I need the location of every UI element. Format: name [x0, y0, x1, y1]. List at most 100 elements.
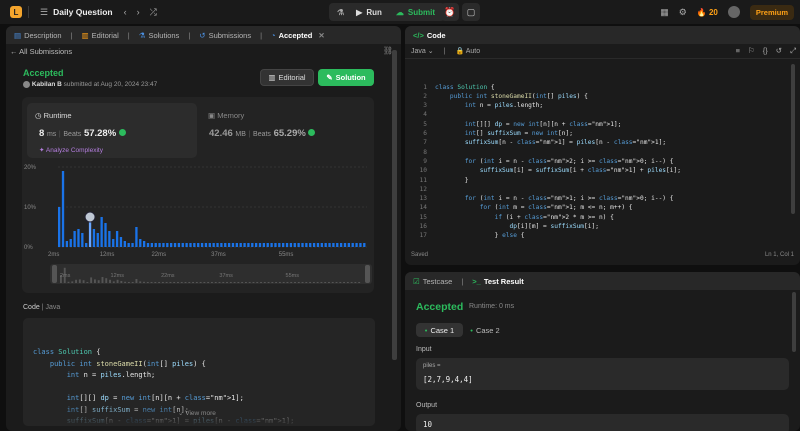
chart-bar[interactable]: [359, 243, 362, 247]
chart-bar[interactable]: [127, 243, 130, 247]
chart-bar[interactable]: [297, 243, 300, 247]
auto-mode[interactable]: 🔒 Auto: [455, 47, 480, 55]
chart-bar[interactable]: [58, 207, 61, 247]
chart-bar[interactable]: [85, 243, 88, 247]
chart-bar[interactable]: [88, 219, 92, 247]
chart-bar[interactable]: [293, 243, 296, 247]
chart-bar[interactable]: [146, 243, 150, 247]
case-1-tab[interactable]: • Case 1: [416, 323, 463, 337]
chart-bar[interactable]: [251, 243, 254, 247]
format-icon[interactable]: ≡: [736, 46, 740, 56]
brush-handle-right[interactable]: [365, 265, 370, 283]
runtime-distribution-chart[interactable]: 20% 10% 0% 2ms 12ms 22ms 37ms 55ms 2ms 12ms 22ms 37…: [22, 159, 374, 293]
leetcode-logo-icon[interactable]: L: [10, 6, 22, 18]
chart-bar[interactable]: [266, 243, 269, 247]
premium-button[interactable]: Premium: [749, 4, 794, 20]
chart-bar[interactable]: [77, 229, 80, 247]
layout-icon[interactable]: ▦: [660, 7, 669, 18]
close-tab-icon[interactable]: ✕: [318, 31, 324, 40]
chart-bar[interactable]: [115, 231, 119, 247]
chart-bar[interactable]: [104, 223, 107, 247]
next-problem-icon[interactable]: ›: [137, 7, 140, 17]
chart-bar[interactable]: [65, 241, 69, 247]
chart-bar[interactable]: [92, 229, 96, 247]
chart-bar[interactable]: [61, 171, 65, 247]
submit-button[interactable]: ☁ Submit: [389, 5, 442, 19]
chart-bar[interactable]: [108, 231, 111, 247]
chart-bar[interactable]: [119, 237, 123, 247]
chart-bar[interactable]: [162, 243, 165, 247]
chart-bar[interactable]: [351, 243, 354, 247]
chart-bar[interactable]: [154, 243, 157, 247]
chart-bar[interactable]: [328, 243, 331, 247]
chart-bar[interactable]: [224, 243, 227, 247]
chart-bar[interactable]: [227, 243, 231, 247]
analyze-complexity-link[interactable]: ✦ Analyze Complexity: [39, 146, 103, 154]
chart-bar[interactable]: [363, 243, 366, 247]
chart-bar[interactable]: [262, 243, 266, 247]
tab-editorial[interactable]: ▥ Editorial: [79, 31, 122, 40]
view-more-button[interactable]: ⌄ View more: [178, 409, 216, 417]
chart-bar[interactable]: [131, 243, 134, 247]
editorial-button[interactable]: ▥ Editorial: [260, 69, 314, 86]
settings-gear-icon[interactable]: ⚙: [679, 7, 687, 18]
chart-bar[interactable]: [312, 243, 316, 247]
chart-bar[interactable]: [177, 243, 181, 247]
memory-stats[interactable]: 42.46 MB | Beats 65.29%: [209, 128, 316, 139]
chart-bar[interactable]: [305, 243, 308, 247]
chart-bar[interactable]: [158, 243, 161, 247]
chart-bar[interactable]: [320, 243, 323, 247]
chart-bar[interactable]: [247, 243, 250, 247]
chart-bar[interactable]: [254, 243, 258, 247]
chart-bar[interactable]: [123, 241, 126, 247]
chart-bar[interactable]: [150, 243, 154, 247]
chart-bar[interactable]: [347, 243, 351, 247]
result-scrollbar[interactable]: [792, 292, 796, 352]
left-scrollbar[interactable]: [392, 50, 397, 360]
chart-bar[interactable]: [231, 243, 235, 247]
chart-bar[interactable]: [166, 243, 169, 247]
memory-header[interactable]: ▣ Memory: [208, 111, 244, 120]
tab-code[interactable]: </> Code: [410, 31, 449, 40]
chart-bar[interactable]: [100, 217, 103, 247]
problem-list-title[interactable]: Daily Question: [53, 7, 113, 17]
solution-button[interactable]: ✎ Solution: [318, 69, 374, 86]
chart-bar[interactable]: [185, 243, 188, 247]
runtime-box[interactable]: ◷ Runtime 8 ms | Beats 57.28% ✦ Analyze …: [27, 103, 197, 158]
debug-icon[interactable]: ⚗: [332, 5, 349, 19]
editor-scrollbar[interactable]: [791, 64, 795, 214]
chart-bar[interactable]: [96, 233, 99, 247]
chart-bar[interactable]: [258, 243, 262, 247]
chart-bar[interactable]: [220, 243, 223, 247]
chart-bar[interactable]: [324, 243, 327, 247]
chart-bar[interactable]: [301, 243, 304, 247]
run-button[interactable]: ▶ Run: [349, 5, 389, 19]
shuffle-icon[interactable]: ⤮: [150, 7, 157, 18]
chart-bar[interactable]: [270, 243, 273, 247]
bookmark-icon[interactable]: ⚐: [748, 46, 755, 56]
chart-bar[interactable]: [339, 243, 343, 247]
case-2-tab[interactable]: • Case 2: [467, 323, 503, 337]
back-to-submissions[interactable]: ← All Submissions: [10, 47, 72, 56]
chart-bar[interactable]: [289, 243, 293, 247]
chart-bar[interactable]: [193, 243, 196, 247]
streak-counter[interactable]: 🔥 20: [697, 8, 718, 17]
tab-description[interactable]: ▤ Description: [11, 31, 65, 40]
chart-bar[interactable]: [81, 233, 84, 247]
tab-accepted[interactable]: ◔ Accepted ✕: [268, 31, 328, 40]
chart-bar[interactable]: [332, 243, 335, 247]
chart-bar[interactable]: [135, 227, 138, 247]
brush-handle-left[interactable]: [52, 265, 57, 283]
chart-bar[interactable]: [181, 243, 184, 247]
chart-bar[interactable]: [189, 243, 192, 247]
chart-bar[interactable]: [316, 243, 320, 247]
problem-list-icon[interactable]: ☰: [40, 7, 48, 18]
chart-bar[interactable]: [285, 243, 289, 247]
chart-bar[interactable]: [142, 241, 146, 247]
chart-bar[interactable]: [243, 243, 246, 247]
chart-bar[interactable]: [309, 243, 312, 247]
chart-bar[interactable]: [112, 239, 115, 247]
chart-bar[interactable]: [73, 231, 76, 247]
language-select[interactable]: Java ⌄: [411, 47, 434, 55]
avatar[interactable]: [727, 6, 740, 18]
